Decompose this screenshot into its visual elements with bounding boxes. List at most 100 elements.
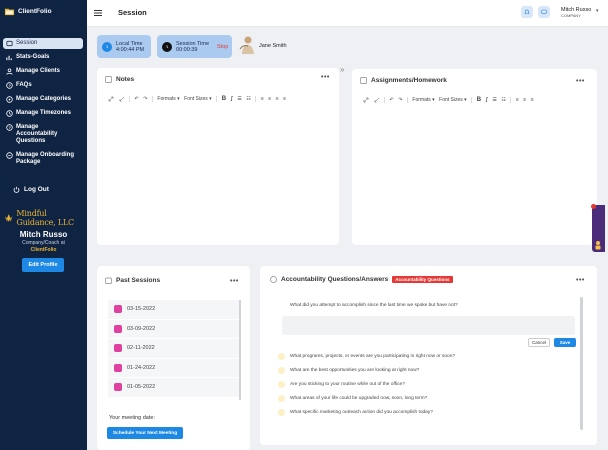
save-button[interactable]: Save (554, 338, 576, 347)
logout-button[interactable]: Log Out (13, 186, 49, 193)
answer-textarea[interactable] (282, 316, 575, 335)
sidebar-item-label: Manage Categories (16, 96, 72, 102)
more-options-icon[interactable]: ••• (230, 278, 239, 285)
align-right-icon[interactable]: ≡ (276, 96, 279, 102)
question-row[interactable]: What areas of your life could be upgrade… (278, 395, 427, 402)
document-icon (360, 77, 367, 84)
numbered-list-icon[interactable]: ☷ (246, 96, 250, 102)
italic-button[interactable]: I (231, 96, 233, 103)
formats-dropdown[interactable]: Formats ▾ (412, 97, 434, 103)
numbered-list-icon[interactable]: ☷ (501, 97, 505, 103)
svg-text:?: ? (8, 125, 11, 130)
question-text: What specific marketing outreach action … (290, 410, 433, 415)
more-options-icon[interactable]: ••• (576, 78, 585, 85)
redo-icon[interactable]: ↷ (143, 96, 147, 102)
notes-title: Notes (116, 76, 135, 83)
list-item[interactable]: 01-05-2022 (108, 378, 240, 398)
undo-icon[interactable]: ↶ (135, 96, 139, 102)
package-icon (6, 152, 13, 159)
chevron-down-icon[interactable]: ▾ (596, 8, 599, 14)
question-text: Are you sticking to your routine while o… (290, 382, 405, 387)
message-button[interactable] (538, 6, 550, 18)
bullet-list-icon[interactable]: ☰ (492, 97, 496, 103)
accountability-badge[interactable]: Accountability Questions (392, 276, 453, 283)
align-right-icon[interactable]: ≡ (531, 97, 534, 103)
sidebar: ClientFolio Session Stats-Goals Manage C… (0, 0, 87, 450)
more-options-icon[interactable]: ••• (576, 277, 585, 284)
assignments-editor-toolbar: ↶ ↷ Formats ▾ Font Sizes ▾ B I ☰ ☷ ≡ ≡ ≡ (363, 96, 534, 104)
align-left-icon[interactable]: ≡ (261, 96, 264, 102)
session-time-card: Session Time 00:00:39 Stop (157, 35, 232, 58)
power-icon (13, 186, 20, 193)
questions-scrollbar[interactable] (580, 297, 583, 430)
local-time-value: 4:00:44 PM (116, 46, 145, 53)
stop-button[interactable]: Stop (217, 44, 228, 50)
accountability-title: Accountability Questions/Answers (281, 276, 389, 283)
font-sizes-dropdown[interactable]: Font Sizes ▾ (184, 96, 212, 102)
font-sizes-dropdown[interactable]: Font Sizes ▾ (439, 97, 467, 103)
sidebar-item-stats-goals[interactable]: Stats-Goals (3, 52, 83, 63)
session-date: 01-05-2022 (127, 384, 156, 391)
edit-profile-button[interactable]: Edit Profile (22, 258, 64, 272)
cancel-button[interactable]: Cancel (528, 338, 550, 347)
bell-icon (524, 9, 530, 14)
undo-icon[interactable]: ↶ (390, 97, 394, 103)
redo-icon[interactable]: ↷ (398, 97, 402, 103)
question-row[interactable]: What programs, projects, or events are y… (278, 353, 455, 360)
sessions-scrollbar[interactable] (239, 300, 241, 400)
notification-badge (591, 204, 596, 209)
align-center-icon[interactable]: ≡ (268, 96, 271, 102)
session-date: 02-11-2022 (127, 345, 155, 352)
more-options-icon[interactable]: ••• (321, 74, 330, 81)
sidebar-item-manage-accountability-questions[interactable]: ? Manage Accountability Questions (3, 122, 83, 147)
list-item[interactable]: 02-11-2022 (108, 339, 240, 359)
question-text: What programs, projects, or events are y… (290, 354, 456, 359)
align-left-icon[interactable]: ≡ (516, 97, 519, 103)
page-title: Session (118, 8, 147, 17)
sidebar-item-session[interactable]: Session (3, 38, 83, 49)
sessions-list: 03-15-2022 03-09-2022 02-11-2022 01-24-2… (108, 300, 240, 400)
notification-button[interactable] (521, 6, 533, 18)
align-center-icon[interactable]: ≡ (523, 97, 526, 103)
list-item[interactable]: 03-09-2022 (108, 319, 240, 339)
assignments-header: Assignments/Homework (360, 77, 447, 84)
notes-editor-toolbar: ↶ ↷ Formats ▾ Font Sizes ▾ B I ☰ ☷ ≡ ≡ ≡… (108, 95, 286, 103)
bold-button[interactable]: B (222, 96, 226, 102)
question-row[interactable]: What specific marketing outreach action … (278, 409, 433, 416)
question-row[interactable]: What are the best opportunities you are … (278, 367, 419, 374)
link-icon[interactable] (108, 96, 114, 102)
clock-icon (102, 41, 112, 52)
question-text: What are the best opportunities you are … (290, 368, 420, 373)
unlink-icon[interactable] (118, 96, 125, 102)
italic-button[interactable]: I (486, 97, 488, 104)
sidebar-item-faqs[interactable]: ? FAQs (3, 80, 83, 91)
menu-icon[interactable] (94, 10, 102, 16)
app-logo[interactable]: ClientFolio (4, 6, 52, 17)
bold-button[interactable]: B (477, 97, 481, 103)
sidebar-item-label: Manage Clients (16, 68, 61, 74)
session-date: 03-15-2022 (127, 306, 156, 313)
sidebar-item-manage-clients[interactable]: Manage Clients (3, 66, 83, 77)
question-text: What areas of your life could be upgrade… (290, 396, 428, 401)
sidebar-item-manage-categories[interactable]: Manage Categories (3, 94, 83, 105)
align-justify-icon[interactable]: ≡ (283, 96, 286, 102)
bullet-list-icon[interactable]: ☰ (237, 96, 241, 102)
client-avatar (239, 36, 254, 54)
question-row-active[interactable]: What did you attempt to accomplish since… (278, 302, 458, 309)
list-item[interactable]: 03-15-2022 (108, 300, 240, 320)
sidebar-item-manage-timezones[interactable]: Manage Timezones (3, 108, 83, 119)
toolbar-divider (471, 97, 473, 103)
schedule-next-meeting-button[interactable]: Schedule Your Next Meeting (107, 427, 183, 439)
list-item[interactable]: 01-24-2022 (108, 358, 240, 378)
category-icon (6, 96, 13, 103)
link-icon[interactable] (363, 97, 369, 103)
formats-dropdown[interactable]: Formats ▾ (157, 96, 179, 102)
question-icon: ? (6, 82, 13, 89)
sidebar-item-manage-onboarding-package[interactable]: Manage Onboarding Package (3, 150, 83, 168)
question-row[interactable]: Are you sticking to your routine while o… (278, 381, 405, 388)
unlink-icon[interactable] (373, 97, 380, 103)
sidebar-item-label: Stats-Goals (16, 54, 50, 60)
collapse-toggle-icon[interactable]: » (340, 65, 344, 74)
accountability-header: Accountability Questions/Answers Account… (270, 276, 453, 283)
notes-header: Notes (105, 76, 134, 83)
